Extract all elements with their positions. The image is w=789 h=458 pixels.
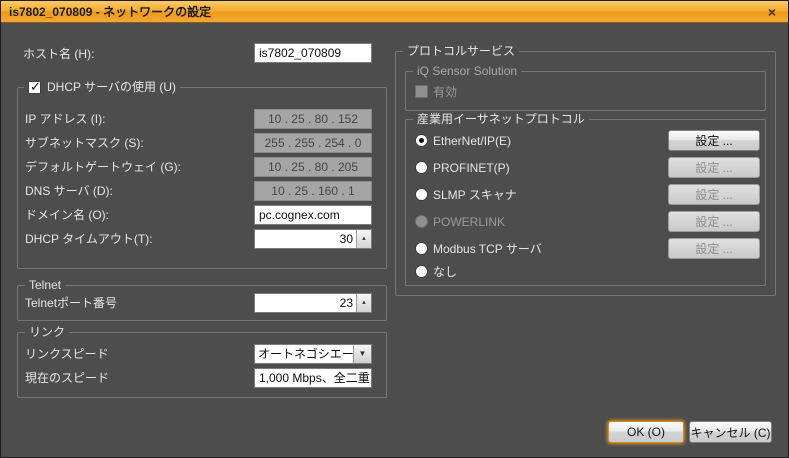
industrial-protocol-group: 産業用イーサネットプロトコル EtherNet/IP(E) 設定 ... PRO… <box>405 119 766 286</box>
spin-up-icon[interactable] <box>357 294 371 313</box>
spin-up-icon[interactable] <box>357 230 371 249</box>
protocol-option-label-profinet: PROFINET(P) <box>433 161 510 175</box>
subnet-mask-field: 255 . 255 . 254 . 0 <box>254 133 372 153</box>
radio-slmp[interactable] <box>415 188 428 201</box>
protocol-option-label-ethernet-ip: EtherNet/IP(E) <box>433 134 511 148</box>
protocol-option-label-none: なし <box>433 265 457 279</box>
dns-server-label: DNS サーバ (D): <box>25 184 113 198</box>
iq-sensor-group: iQ Sensor Solution 有効 <box>405 71 766 111</box>
network-settings-dialog: is7802_070809 - ネットワークの設定 × ホスト名 (H): is… <box>0 0 789 458</box>
link-group-title: リンク <box>25 325 69 339</box>
configure-button-profinet: 設定 ... <box>668 157 760 178</box>
configure-button-powerlink: 設定 ... <box>668 211 760 232</box>
ip-address-field: 10 . 25 . 80 . 152 <box>254 109 372 129</box>
radio-powerlink <box>415 215 428 228</box>
ip-address-label: IP アドレス (I): <box>25 112 105 126</box>
iq-enable-checkbox <box>415 85 428 98</box>
dialog-body: ホスト名 (H): is7802_070809 DHCP サーバの使用 (U) … <box>1 23 788 457</box>
iq-sensor-title: iQ Sensor Solution <box>413 64 521 78</box>
dhcp-enable-row: DHCP サーバの使用 (U) <box>24 80 180 94</box>
radio-modbus[interactable] <box>415 242 428 255</box>
configure-button-slmp: 設定 ... <box>668 184 760 205</box>
current-speed-field[interactable]: 1,000 Mbps、全二重 <box>254 368 372 388</box>
telnet-port-input[interactable]: 23 <box>254 293 372 313</box>
telnet-group-title: Telnet <box>25 278 65 292</box>
dhcp-group: DHCP サーバの使用 (U) IP アドレス (I): 10 . 25 . 8… <box>17 87 387 269</box>
dhcp-timeout-value: 30 <box>255 230 356 248</box>
protocol-option-label-modbus: Modbus TCP サーバ <box>433 242 542 256</box>
title-bar[interactable]: is7802_070809 - ネットワークの設定 × <box>1 1 788 23</box>
protocol-option-label-powerlink: POWERLINK <box>433 215 505 229</box>
link-speed-select[interactable]: オートネゴシエー <box>254 344 372 364</box>
iq-enable-label: 有効 <box>433 85 457 99</box>
link-group: リンク リンクスピード オートネゴシエー 現在のスピード 1,000 Mbps、… <box>17 332 387 398</box>
radio-profinet[interactable] <box>415 161 428 174</box>
telnet-port-value: 23 <box>255 294 356 312</box>
cancel-button[interactable]: キャンセル (C) <box>689 421 772 443</box>
domain-name-label: ドメイン名 (O): <box>25 208 109 222</box>
chevron-down-icon[interactable] <box>353 345 371 363</box>
radio-none[interactable] <box>415 265 428 278</box>
dhcp-timeout-label: DHCP タイムアウト(T): <box>25 232 153 246</box>
current-speed-label: 現在のスピード <box>25 371 109 385</box>
ok-button[interactable]: OK (O) <box>608 421 684 443</box>
dhcp-enable-checkbox[interactable] <box>28 81 41 94</box>
configure-button-ethernet-ip[interactable]: 設定 ... <box>668 130 760 151</box>
protocol-services-title: プロトコルサービス <box>403 44 519 58</box>
dhcp-enable-label: DHCP サーバの使用 (U) <box>47 80 176 94</box>
dialog-title: is7802_070809 - ネットワークの設定 <box>9 3 758 20</box>
subnet-mask-label: サブネットマスク (S): <box>25 136 144 150</box>
domain-name-input[interactable]: pc.cognex.com <box>254 205 372 225</box>
dns-server-field: 10 . 25 . 160 . 1 <box>254 181 372 201</box>
host-name-label: ホスト名 (H): <box>23 47 94 61</box>
link-speed-label: リンクスピード <box>25 347 109 361</box>
dhcp-timeout-input[interactable]: 30 <box>254 229 372 249</box>
host-name-input[interactable]: is7802_070809 <box>254 43 372 63</box>
protocol-option-label-slmp: SLMP スキャナ <box>433 188 517 202</box>
telnet-port-spinner <box>356 294 371 312</box>
link-speed-value: オートネゴシエー <box>255 345 353 363</box>
radio-ethernet-ip[interactable] <box>415 134 428 147</box>
dhcp-timeout-spinner <box>356 230 371 248</box>
protocol-services-group: プロトコルサービス iQ Sensor Solution 有効 産業用イーサネッ… <box>395 51 776 296</box>
telnet-group: Telnet Telnetポート番号 23 <box>17 285 387 321</box>
configure-button-modbus: 設定 ... <box>668 238 760 259</box>
default-gateway-field: 10 . 25 . 80 . 205 <box>254 157 372 177</box>
industrial-protocol-title: 産業用イーサネットプロトコル <box>413 112 589 126</box>
close-icon[interactable]: × <box>758 3 786 21</box>
telnet-port-label: Telnetポート番号 <box>25 296 117 310</box>
default-gateway-label: デフォルトゲートウェイ (G): <box>25 160 181 174</box>
